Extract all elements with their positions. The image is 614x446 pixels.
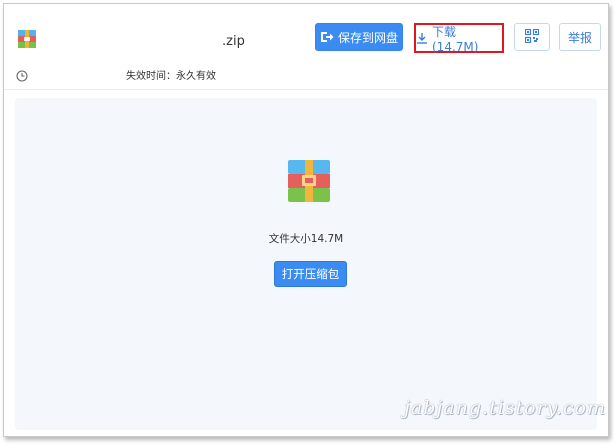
file-size-label: 文件大小14.7M <box>268 233 344 245</box>
save-to-netdisk-button[interactable]: 保存到网盘 <box>315 23 403 51</box>
report-button-label: 举报 <box>567 30 592 45</box>
open-archive-button[interactable]: 打开压缩包 <box>274 261 347 287</box>
download-icon <box>416 32 428 44</box>
file-preview-panel: 文件大小14.7M 打开压缩包 <box>15 98 597 430</box>
qr-code-button[interactable] <box>514 23 550 51</box>
qr-code-icon <box>524 28 540 46</box>
download-button-label: 下载(14.7M) <box>432 24 479 54</box>
report-button[interactable]: 举报 <box>559 23 601 51</box>
file-name: .zip <box>222 34 245 49</box>
share-page-window: .zip 保存到网盘 下载(14.7M) 举报 失效时间：永久有效 文件大小14… <box>3 3 609 437</box>
zip-archive-icon <box>288 160 330 202</box>
watermark-text: jabjang.tistory.com <box>404 397 607 419</box>
clock-icon <box>16 67 28 82</box>
download-button[interactable]: 下载(14.7M) <box>414 23 504 54</box>
save-button-label: 保存到网盘 <box>337 30 398 45</box>
save-export-icon <box>320 31 334 43</box>
zip-file-icon <box>18 30 36 48</box>
header-divider <box>4 89 608 90</box>
expiry-text: 失效时间：永久有效 <box>126 71 216 82</box>
